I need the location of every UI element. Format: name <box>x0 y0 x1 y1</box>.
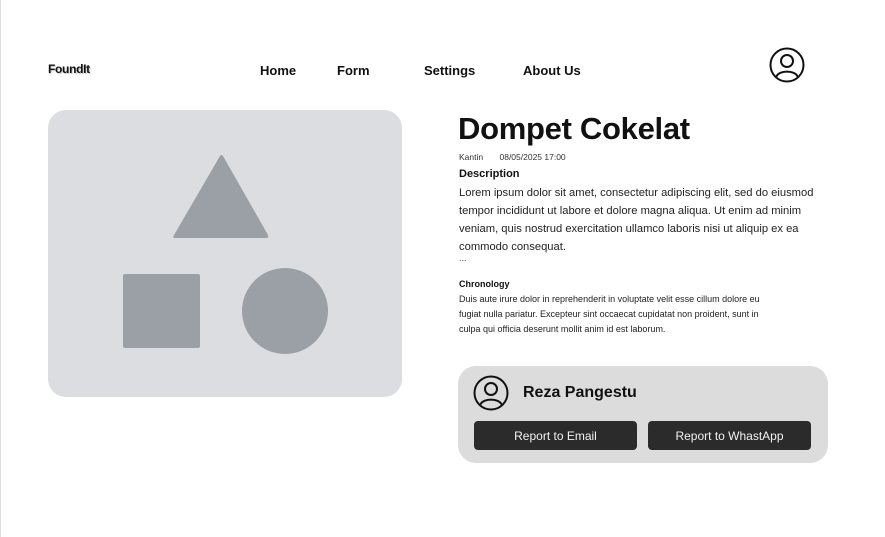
chronology-heading: Chronology <box>459 279 510 289</box>
report-whatsapp-button[interactable]: Report to WhastApp <box>648 421 811 450</box>
app-logo[interactable]: FoundIt <box>48 62 90 76</box>
reporter-avatar-icon <box>473 375 509 411</box>
reporter-card: Reza Pangestu Report to Email Report to … <box>458 366 828 463</box>
nav-settings[interactable]: Settings <box>424 63 475 78</box>
nav-form[interactable]: Form <box>337 63 370 78</box>
description-text: Lorem ipsum dolor sit amet, consectetur … <box>459 187 814 253</box>
chronology-text: Duis aute irure dolor in reprehenderit i… <box>459 294 760 334</box>
reporter-name: Reza Pangestu <box>523 384 637 401</box>
description-heading: Description <box>459 168 520 180</box>
item-location: Kantin <box>459 152 484 162</box>
description-more[interactable]: ... <box>459 253 467 263</box>
item-title: Dompet Cokelat <box>458 111 690 146</box>
item-datetime: 08/05/2025 17:00 <box>499 152 566 162</box>
nav-home[interactable]: Home <box>260 63 296 78</box>
shapes-placeholder-icon <box>123 155 328 354</box>
item-meta: Kantin 08/05/2025 17:00 <box>459 152 580 162</box>
report-email-button[interactable]: Report to Email <box>474 421 637 450</box>
nav-about-us[interactable]: About Us <box>523 63 581 78</box>
profile-icon[interactable] <box>769 47 805 83</box>
item-image-placeholder <box>48 110 402 397</box>
